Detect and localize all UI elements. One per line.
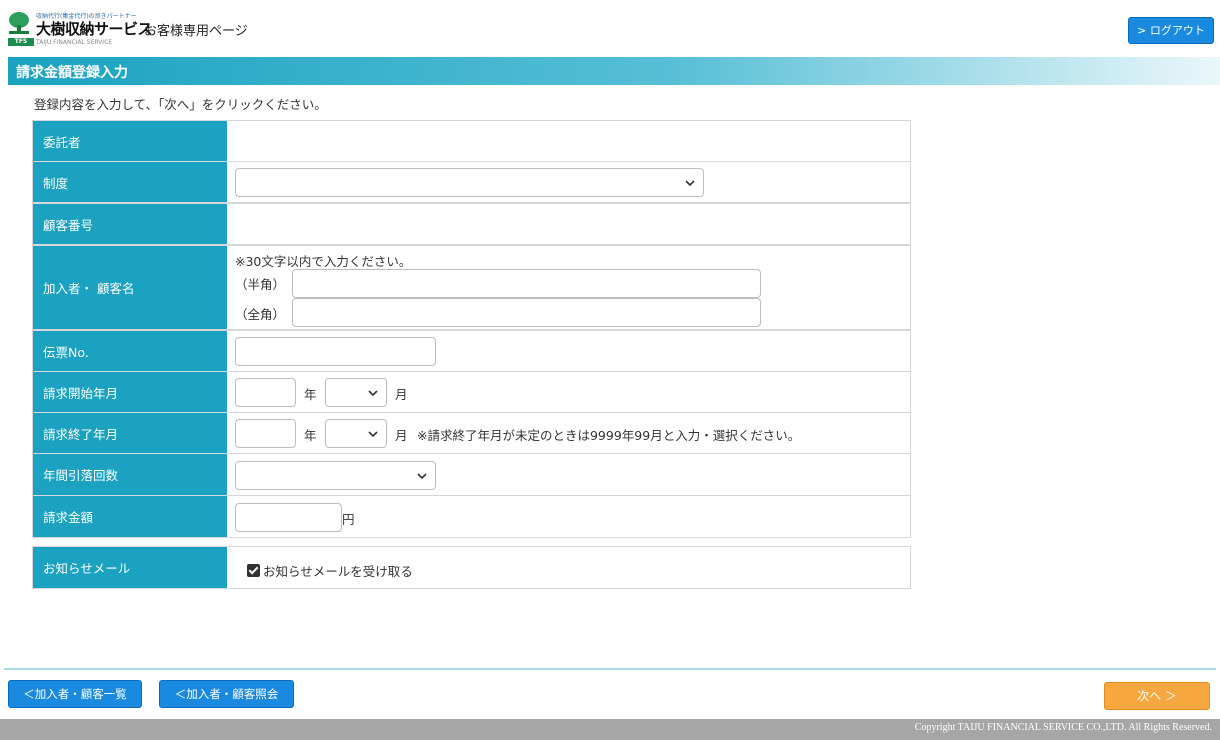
seido-label: 制度 (33, 162, 227, 202)
start-label: 請求開始年月 (33, 372, 227, 412)
end-month-unit: 月 (395, 428, 408, 443)
kokyaku-bango-label: 顧客番号 (33, 204, 227, 244)
start-year-unit: 年 (304, 387, 317, 402)
page-label: お客様専用ページ (144, 24, 248, 39)
row-denpyo: 伝票No. (32, 330, 911, 372)
footer-divider (4, 668, 1216, 670)
row-end: 請求終了年月 年 月 ※請求終了年月が未定のときは9999年99月と入力・選択く… (32, 412, 911, 454)
start-year-input[interactable] (235, 378, 296, 407)
chevron-down-icon (417, 473, 427, 480)
notice-mail-checkbox[interactable] (247, 564, 260, 577)
kokyaku-bango-value (235, 204, 910, 244)
copyright-bar: Copyright TAIJU FINANCIAL SERVICE CO.,LT… (0, 719, 1220, 740)
back-to-inquiry-button[interactable]: ＜加入者・顧客照会 (159, 680, 294, 708)
row-annual-count: 年間引落回数 (32, 453, 911, 496)
row-amount: 請求金額 円 (32, 495, 911, 538)
itakusha-value (235, 121, 910, 161)
seido-select[interactable] (235, 168, 704, 197)
row-seido: 制度 (32, 161, 911, 203)
kanyusha-hankaku-input[interactable] (292, 269, 761, 298)
tree-logo-icon (9, 12, 29, 34)
kanyusha-label: 加入者・ 顧客名 (33, 246, 227, 329)
end-note: ※請求終了年月が未定のときは9999年99月と入力・選択ください。 (417, 428, 801, 443)
page-title: 請求金額登録入力 (16, 65, 128, 81)
start-month-select[interactable] (325, 378, 387, 407)
next-button[interactable]: 次へ ＞ (1104, 682, 1210, 710)
instruction-text: 登録内容を入力して、「次へ」をクリックください。 (34, 97, 327, 112)
end-year-unit: 年 (304, 428, 317, 443)
end-month-select[interactable] (325, 419, 387, 448)
row-notice-mail: お知らせメール お知らせメールを受け取る (32, 546, 911, 589)
annual-count-select[interactable] (235, 461, 436, 490)
row-itakusha: 委託者 (32, 120, 911, 162)
row-kanyusha: 加入者・ 顧客名 ※30文字以内で入力ください。 （半角） （全角） (32, 245, 911, 330)
row-start: 請求開始年月 年 月 (32, 371, 911, 413)
notice-mail-label: お知らせメール (33, 547, 227, 588)
annual-count-label: 年間引落回数 (33, 454, 227, 495)
back-to-list-button[interactable]: ＜加入者・顧客一覧 (8, 680, 142, 708)
end-year-input[interactable] (235, 419, 296, 448)
logo-name: 大樹収納サービス (36, 20, 153, 38)
start-month-unit: 月 (395, 387, 408, 402)
hankaku-label: （半角） (235, 277, 286, 292)
amount-unit: 円 (342, 512, 355, 527)
chevron-down-icon (685, 180, 695, 187)
company-logo[interactable]: TFS 収納代行(集金代行)の良きパートナー 大樹収納サービス TAIJU FI… (6, 8, 153, 48)
logout-button[interactable]: > ログアウト (1128, 17, 1214, 44)
kanyusha-zenkaku-input[interactable] (292, 298, 761, 327)
row-kokyaku-bango: 顧客番号 (32, 203, 911, 245)
denpyo-input[interactable] (235, 337, 436, 366)
amount-input[interactable] (235, 503, 342, 532)
itakusha-label: 委託者 (33, 121, 227, 161)
logo-mark: TFS (8, 38, 34, 46)
copyright-text: Copyright TAIJU FINANCIAL SERVICE CO.,LT… (914, 722, 1212, 733)
amount-label: 請求金額 (33, 496, 227, 537)
chevron-down-icon (368, 431, 378, 438)
chevron-down-icon (368, 390, 378, 397)
end-label: 請求終了年月 (33, 413, 227, 453)
denpyo-label: 伝票No. (33, 331, 227, 371)
page-title-bar: 請求金額登録入力 (8, 57, 1220, 85)
header: TFS 収納代行(集金代行)の良きパートナー 大樹収納サービス TAIJU FI… (0, 0, 1220, 52)
zenkaku-label: （全角） (235, 307, 286, 322)
notice-mail-checkbox-label[interactable]: お知らせメールを受け取る (263, 561, 413, 580)
kanyusha-note: ※30文字以内で入力ください。 (235, 254, 412, 269)
logo-english: TAIJU FINANCIAL SERVICE (36, 39, 113, 46)
